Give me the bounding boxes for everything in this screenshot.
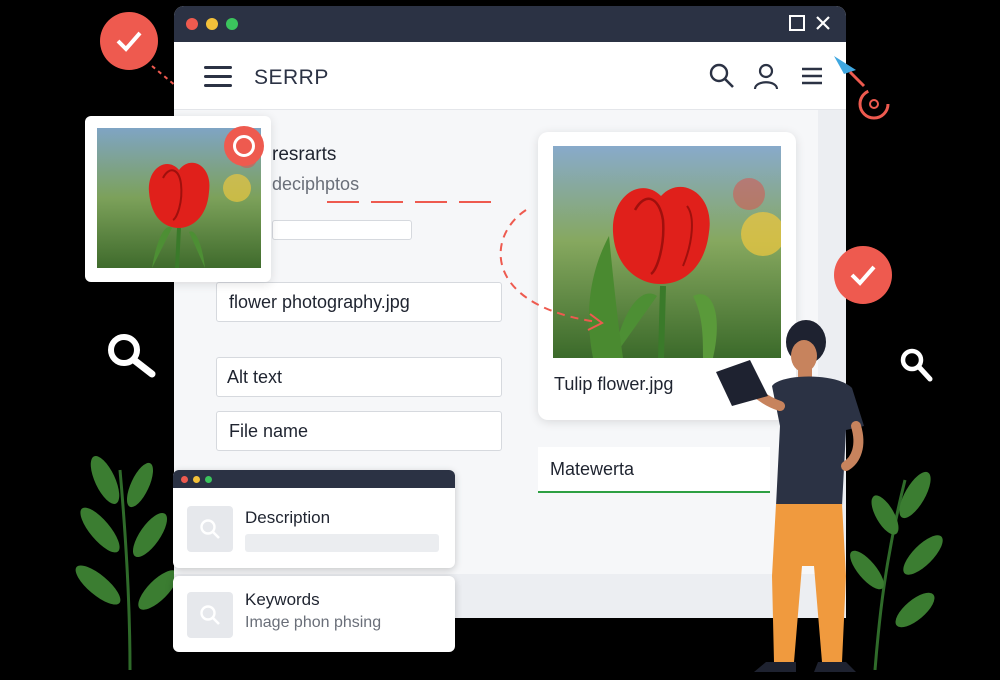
- keywords-hint: Image phon phsing: [245, 614, 382, 631]
- minimize-dot-icon[interactable]: [206, 18, 218, 30]
- section-subheading: deciphptos: [272, 174, 360, 194]
- magnifier-left-icon: [108, 334, 156, 378]
- description-window: Description: [173, 470, 455, 568]
- list-icon[interactable]: [798, 62, 826, 90]
- connector-arrow-icon: [499, 209, 604, 331]
- search-icon[interactable]: [708, 62, 736, 90]
- check-badge-icon: [100, 12, 158, 70]
- check-badge-right-icon: [834, 246, 892, 304]
- app-header: SERRP: [174, 42, 846, 110]
- user-icon[interactable]: [752, 62, 780, 90]
- close-dot-icon[interactable]: [186, 18, 198, 30]
- maximize-dot-icon[interactable]: [226, 18, 238, 30]
- cursor-icon: [834, 56, 890, 120]
- empty-input[interactable]: [272, 220, 412, 240]
- close-icon[interactable]: [814, 14, 832, 32]
- alt-text-input[interactable]: Alt text: [216, 357, 502, 397]
- mini-maximize-dot-icon[interactable]: [205, 475, 212, 483]
- leaf-left-icon: [75, 456, 178, 670]
- description-search-icon[interactable]: [187, 506, 233, 552]
- description-input[interactable]: [245, 534, 439, 552]
- dashed-tail-icon: [151, 65, 177, 87]
- filename-input[interactable]: flower photography.jpg: [216, 282, 502, 322]
- title-bar: [174, 6, 846, 42]
- preview-caption: Tulip flower.jpg: [554, 374, 674, 394]
- maximize-icon[interactable]: [788, 14, 806, 32]
- section-heading: resrarts: [272, 144, 337, 165]
- keywords-panel: Keywords Image phon phsing: [173, 576, 455, 652]
- mini-minimize-dot-icon[interactable]: [193, 475, 200, 483]
- mini-close-dot-icon[interactable]: [181, 475, 188, 483]
- keywords-search-icon[interactable]: [187, 592, 233, 638]
- menu-icon[interactable]: [204, 66, 232, 88]
- record-badge-icon[interactable]: [224, 126, 264, 166]
- keywords-label: Keywords: [245, 590, 320, 609]
- app-title: SERRP: [254, 66, 329, 89]
- file-name-input[interactable]: File name: [216, 411, 502, 451]
- dashed-divider: [327, 201, 495, 203]
- description-label: Description: [245, 508, 331, 527]
- person-illustration: [716, 320, 864, 672]
- mini-title-bar: [173, 470, 455, 488]
- magnifier-right-icon: [900, 348, 933, 382]
